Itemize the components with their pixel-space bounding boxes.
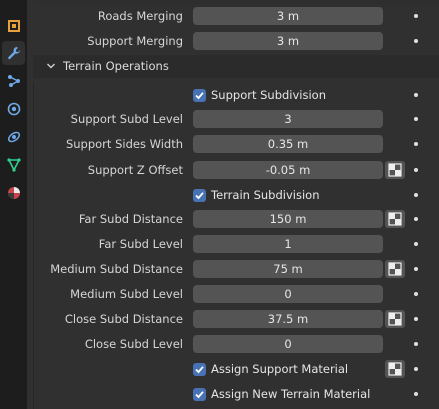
- section-title: Terrain Operations: [63, 59, 169, 73]
- assign-new-terrain-material-label: Assign New Terrain Material: [211, 387, 371, 401]
- support-merging-label: Support Merging: [87, 34, 183, 48]
- support-subd-level-field[interactable]: 3: [193, 110, 383, 128]
- support-sides-width-field[interactable]: 0.35 m: [193, 135, 383, 153]
- keyframe-dot-icon[interactable]: [414, 267, 418, 271]
- medium-subd-distance-label: Medium Subd Distance: [50, 262, 183, 276]
- physics-icon[interactable]: [2, 97, 25, 121]
- support-z-offset-label: Support Z Offset: [87, 163, 183, 177]
- terrain-subdivision-checkbox[interactable]: Terrain Subdivision: [193, 185, 319, 205]
- terrain-operations-header[interactable]: Terrain Operations: [33, 55, 439, 78]
- keyframe-dot-icon[interactable]: [414, 142, 418, 146]
- driver-icon[interactable]: [385, 310, 405, 328]
- keyframe-dot-icon[interactable]: [414, 342, 418, 346]
- close-subd-level-label: Close Subd Level: [84, 337, 183, 351]
- close-subd-level-field[interactable]: 0: [193, 335, 383, 353]
- assign-support-material-checkbox[interactable]: Assign Support Material: [193, 359, 348, 379]
- medium-subd-distance-field[interactable]: 75 m: [193, 260, 383, 278]
- far-subd-distance-row: Far Subd Distance 150 m: [33, 209, 439, 229]
- driver-icon[interactable]: [385, 260, 405, 278]
- support-merging-row: Support Merging 3 m: [33, 31, 439, 51]
- support-sides-width-row: Support Sides Width 0.35 m: [33, 134, 439, 154]
- medium-subd-distance-row: Medium Subd Distance 75 m: [33, 259, 439, 279]
- support-subdivision-row: Support Subdivision: [33, 85, 439, 105]
- roads-merging-row: Roads Merging 3 m: [33, 6, 439, 26]
- medium-subd-level-row: Medium Subd Level 0: [33, 284, 439, 304]
- support-sides-width-label: Support Sides Width: [65, 137, 183, 151]
- keyframe-dot-icon[interactable]: [414, 14, 418, 18]
- support-subdivision-checkbox[interactable]: Support Subdivision: [193, 85, 326, 105]
- far-subd-level-field[interactable]: 1: [193, 235, 383, 253]
- keyframe-dot-icon[interactable]: [414, 217, 418, 221]
- properties-tab-bar: [0, 0, 27, 409]
- close-subd-distance-field[interactable]: 37.5 m: [193, 310, 383, 328]
- constraints-icon[interactable]: [2, 125, 25, 149]
- keyframe-dot-icon[interactable]: [414, 392, 418, 396]
- checkmark-icon: [193, 88, 206, 102]
- far-subd-distance-label: Far Subd Distance: [78, 212, 183, 226]
- keyframe-dot-icon[interactable]: [414, 292, 418, 296]
- support-merging-field[interactable]: 3 m: [193, 32, 383, 50]
- support-z-offset-row: Support Z Offset -0.05 m: [33, 160, 439, 180]
- wrench-icon[interactable]: [2, 41, 25, 65]
- assign-support-material-label: Assign Support Material: [211, 362, 349, 376]
- medium-subd-level-label: Medium Subd Level: [70, 287, 183, 301]
- support-subd-level-label: Support Subd Level: [70, 112, 183, 126]
- close-subd-level-row: Close Subd Level 0: [33, 334, 439, 354]
- far-subd-level-label: Far Subd Level: [98, 237, 183, 251]
- keyframe-dot-icon[interactable]: [414, 93, 418, 97]
- checkmark-icon: [193, 387, 206, 401]
- assign-support-material-row: Assign Support Material: [33, 359, 439, 379]
- close-subd-distance-row: Close Subd Distance 37.5 m: [33, 309, 439, 329]
- keyframe-dot-icon[interactable]: [414, 193, 418, 197]
- close-subd-distance-label: Close Subd Distance: [64, 312, 183, 326]
- far-subd-distance-field[interactable]: 150 m: [193, 210, 383, 228]
- support-subdivision-label: Support Subdivision: [211, 88, 327, 102]
- keyframe-dot-icon[interactable]: [414, 317, 418, 321]
- terrain-subdivision-row: Terrain Subdivision: [33, 185, 439, 205]
- checkmark-icon: [193, 188, 206, 202]
- support-z-offset-field[interactable]: -0.05 m: [193, 161, 383, 179]
- material-icon[interactable]: [2, 181, 25, 205]
- panel-top-edge: [33, 0, 439, 4]
- support-subd-level-row: Support Subd Level 3: [33, 109, 439, 129]
- assign-new-terrain-material-checkbox[interactable]: Assign New Terrain Material: [193, 384, 370, 404]
- roads-merging-field[interactable]: 3 m: [193, 7, 383, 25]
- keyframe-dot-icon[interactable]: [414, 367, 418, 371]
- driver-icon[interactable]: [385, 161, 405, 179]
- assign-new-terrain-material-row: Assign New Terrain Material: [33, 384, 439, 404]
- chevron-down-icon: [47, 63, 55, 69]
- driver-icon[interactable]: [385, 360, 405, 378]
- keyframe-dot-icon[interactable]: [414, 39, 418, 43]
- data-icon[interactable]: [2, 153, 25, 177]
- far-subd-level-row: Far Subd Level 1: [33, 234, 439, 254]
- roads-merging-label: Roads Merging: [97, 9, 183, 23]
- object-icon[interactable]: [2, 14, 25, 38]
- keyframe-dot-icon[interactable]: [414, 117, 418, 121]
- medium-subd-level-field[interactable]: 0: [193, 285, 383, 303]
- checkmark-icon: [193, 362, 206, 376]
- keyframe-dot-icon[interactable]: [414, 242, 418, 246]
- terrain-subdivision-label: Terrain Subdivision: [211, 188, 320, 202]
- keyframe-dot-icon[interactable]: [414, 168, 418, 172]
- particles-icon[interactable]: [2, 69, 25, 93]
- driver-icon[interactable]: [385, 210, 405, 228]
